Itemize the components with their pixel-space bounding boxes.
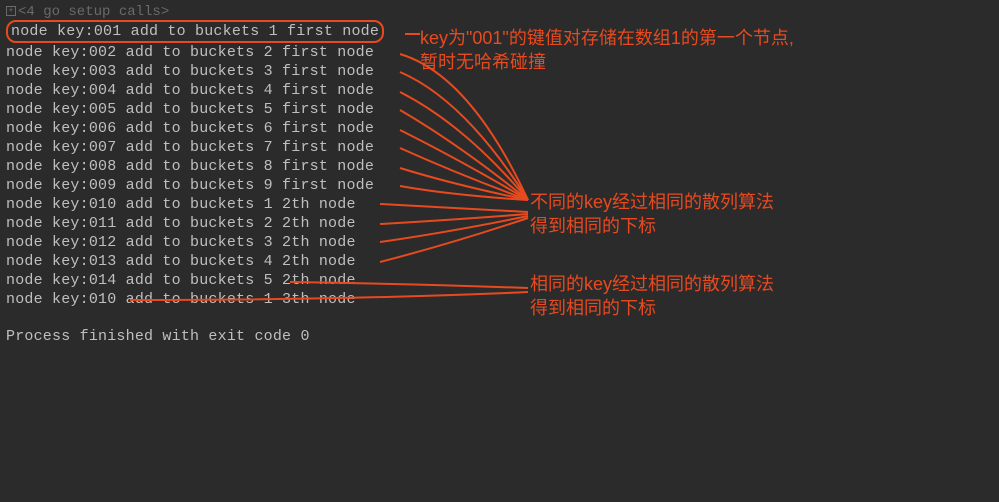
- annotation-1: key为"001"的键值对存储在数组1的第一个节点, 暂时无哈希碰撞: [420, 26, 794, 74]
- console-line: node key:010 add to buckets 1 2th node: [6, 195, 993, 214]
- annotation-2: 不同的key经过相同的散列算法 得到相同的下标: [530, 190, 774, 238]
- highlighted-line: node key:001 add to buckets 1 first node: [6, 20, 384, 43]
- annotation-2-line2: 得到相同的下标: [530, 214, 774, 238]
- console-line: node key:008 add to buckets 8 first node: [6, 157, 993, 176]
- header-text: <4 go setup calls>: [18, 4, 169, 20]
- console-line: node key:004 add to buckets 4 first node: [6, 81, 993, 100]
- console-line: node key:011 add to buckets 2 2th node: [6, 214, 993, 233]
- console-line: node key:014 add to buckets 5 2th node: [6, 271, 993, 290]
- console-line: node key:010 add to buckets 1 3th node: [6, 290, 993, 309]
- annotation-3-line1: 相同的key经过相同的散列算法: [530, 272, 774, 296]
- console-line: node key:012 add to buckets 3 2th node: [6, 233, 993, 252]
- annotation-2-line1: 不同的key经过相同的散列算法: [530, 190, 774, 214]
- console-line: node key:006 add to buckets 6 first node: [6, 119, 993, 138]
- annotation-1-line1: key为"001"的键值对存储在数组1的第一个节点,: [420, 26, 794, 50]
- header-line: +<4 go setup calls>: [6, 4, 993, 20]
- console-line: node key:009 add to buckets 9 first node: [6, 176, 993, 195]
- console-line: node key:005 add to buckets 5 first node: [6, 100, 993, 119]
- process-status: Process finished with exit code 0: [6, 327, 993, 346]
- annotation-3-line2: 得到相同的下标: [530, 296, 774, 320]
- expand-icon[interactable]: +: [6, 6, 16, 16]
- annotation-1-line2: 暂时无哈希碰撞: [420, 50, 794, 74]
- annotation-3: 相同的key经过相同的散列算法 得到相同的下标: [530, 272, 774, 320]
- console-line: node key:007 add to buckets 7 first node: [6, 138, 993, 157]
- console-line: node key:013 add to buckets 4 2th node: [6, 252, 993, 271]
